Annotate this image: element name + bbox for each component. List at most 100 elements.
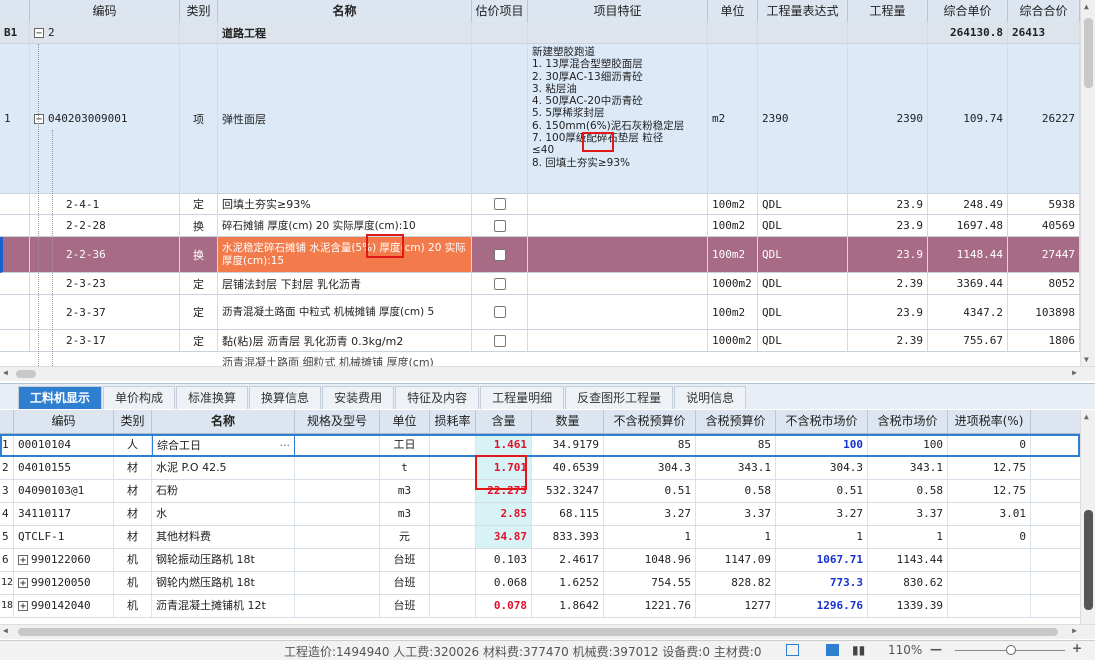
bh-name[interactable]: 名称	[152, 410, 295, 433]
sub-row[interactable]: 2-3-23 定 层铺法封层 下封层 乳化沥青 1000m2 QDL 2.39 …	[0, 273, 1080, 295]
bh-loss[interactable]: 损耗率	[430, 410, 476, 433]
zoom-slider-knob[interactable]	[1006, 645, 1016, 655]
tab-notes[interactable]: 说明信息	[674, 386, 747, 409]
scrollbar-thumb[interactable]	[18, 628, 1058, 636]
scroll-left-icon[interactable]: ◀	[3, 626, 8, 635]
bh-type[interactable]: 类别	[114, 410, 152, 433]
sub-expr[interactable]: QDL	[758, 237, 848, 272]
mat-p3[interactable]: 304.3	[776, 457, 868, 479]
layout-icon[interactable]	[786, 644, 799, 656]
columns-icon[interactable]: ▮▮	[852, 643, 865, 657]
bh-unit[interactable]: 单位	[380, 410, 430, 433]
mat-content[interactable]: 0.078	[476, 595, 532, 617]
sub-expr[interactable]: QDL	[758, 215, 848, 236]
scroll-up-icon[interactable]: ▲	[1084, 412, 1089, 421]
material-row[interactable]: 12 +990120050 机 钢轮内燃压路机 18t 台班 0.068 1.6…	[0, 572, 1080, 595]
bh-tax[interactable]: 进项税率(%)	[948, 410, 1031, 433]
expand-icon[interactable]: +	[18, 555, 28, 566]
sub-row[interactable]: 2-3-17 定 黏(粘)层 沥青层 乳化沥青 0.3kg/m2 1000m2 …	[0, 330, 1080, 352]
header-unit[interactable]: 单位	[708, 0, 758, 22]
estimate-checkbox[interactable]	[493, 277, 506, 290]
more-icon[interactable]: ···	[280, 435, 291, 455]
mat-p3[interactable]: 773.3	[776, 572, 868, 594]
estimate-checkbox[interactable]	[493, 334, 506, 347]
main-item-row[interactable]: 1 −040203009001 项 弹性面层 新建塑胶跑道 1. 13厚混合型塑…	[0, 44, 1080, 194]
expand-icon[interactable]: +	[18, 578, 28, 589]
material-row[interactable]: 6 +990122060 机 钢轮振动压路机 18t 台班 0.103 2.46…	[0, 549, 1080, 572]
scroll-right-icon[interactable]: ▶	[1072, 368, 1077, 377]
scroll-left-icon[interactable]: ◀	[3, 368, 8, 377]
mat-content[interactable]: 34.87	[476, 526, 532, 548]
material-row[interactable]: 2 04010155 材 水泥 P.O 42.5 t 1.701 40.6539…	[0, 457, 1080, 480]
tab-reverse-lookup[interactable]: 反查图形工程量	[565, 386, 674, 409]
material-row[interactable]: 5 QTCLF-1 材 其他材料费 元 34.87 833.393 1 1 1 …	[0, 526, 1080, 549]
mat-p3[interactable]: 1296.76	[776, 595, 868, 617]
mat-p3[interactable]: 1067.71	[776, 549, 868, 571]
bh-p1[interactable]: 不含税预算价	[604, 410, 696, 433]
header-expr[interactable]: 工程量表达式	[758, 0, 848, 22]
bh-p3[interactable]: 不含税市场价	[776, 410, 868, 433]
bh-content[interactable]: 含量	[476, 410, 532, 433]
zoom-out-icon[interactable]: —	[930, 642, 942, 656]
scroll-right-icon[interactable]: ▶	[1072, 626, 1077, 635]
tab-conversion-info[interactable]: 换算信息	[249, 386, 322, 409]
bottom-vertical-scrollbar[interactable]: ▲	[1080, 410, 1095, 624]
collapse-icon[interactable]: −	[34, 113, 44, 124]
sub-row[interactable]: 2-3-37 定 沥青混凝土路面 中粒式 机械摊铺 厚度(cm) 5 100m2…	[0, 295, 1080, 330]
material-row[interactable]: 18 +990142040 机 沥青混凝土摊铺机 12t 台班 0.078 1.…	[0, 595, 1080, 618]
estimate-checkbox[interactable]	[493, 219, 506, 232]
header-code[interactable]: 编码	[30, 0, 180, 22]
mat-content[interactable]: 2.85	[476, 503, 532, 525]
scrollbar-thumb[interactable]	[1084, 18, 1093, 88]
bh-qty[interactable]: 数量	[532, 410, 604, 433]
tab-unit-price[interactable]: 单价构成	[103, 386, 176, 409]
tab-install-fee[interactable]: 安装费用	[322, 386, 395, 409]
header-features[interactable]: 项目特征	[528, 0, 708, 22]
material-row[interactable]: 4 34110117 材 水 m3 2.85 68.115 3.27 3.37 …	[0, 503, 1080, 526]
material-row[interactable]: 1 00010104 人 综合工日 ··· 工日 1.461 34.9179 85…	[0, 434, 1080, 457]
scrollbar-thumb[interactable]	[1084, 510, 1093, 610]
mat-p3[interactable]: 3.27	[776, 503, 868, 525]
header-type[interactable]: 类别	[180, 0, 218, 22]
tab-materials[interactable]: 工料机显示	[18, 386, 103, 409]
main-item-expr[interactable]: 2390	[758, 44, 848, 193]
header-estimate[interactable]: 估价项目	[472, 0, 528, 22]
tab-quantity-detail[interactable]: 工程量明细	[480, 386, 565, 409]
sub-row[interactable]: 2-4-1 定 回填土夯实≥93% 100m2 QDL 23.9 248.49 …	[0, 194, 1080, 215]
mat-content[interactable]: 1.461	[476, 434, 532, 456]
collapse-icon[interactable]: −	[34, 27, 44, 38]
mat-p3[interactable]: 100	[776, 434, 868, 456]
selected-sub-row[interactable]: 2-2-36 换 水泥稳定碎石摊铺 水泥含量(5%) 厚度(cm) 20 实际厚…	[0, 237, 1080, 273]
scroll-up-icon[interactable]: ▲	[1084, 2, 1089, 11]
sub-row[interactable]: 2-2-28 换 碎石摊铺 厚度(cm) 20 实际厚度(cm):10 100m…	[0, 215, 1080, 237]
header-unit-price[interactable]: 综合单价	[928, 0, 1008, 22]
scroll-down-icon[interactable]: ▼	[1084, 355, 1089, 364]
section-row[interactable]: B1 −2 道路工程 264130.8 26413	[0, 22, 1080, 44]
mat-content[interactable]: 0.068	[476, 572, 532, 594]
estimate-checkbox[interactable]	[493, 306, 506, 318]
mat-name[interactable]: 综合工日 ···	[152, 434, 295, 456]
bh-spec[interactable]: 规格及型号	[295, 410, 380, 433]
bottom-horizontal-scrollbar[interactable]: ◀ ▶	[0, 624, 1095, 639]
tab-standard-conversion[interactable]: 标准换算	[176, 386, 249, 409]
mat-p3[interactable]: 0.51	[776, 480, 868, 502]
bh-p2[interactable]: 含税预算价	[696, 410, 776, 433]
estimate-checkbox[interactable]	[493, 198, 506, 210]
zoom-in-icon[interactable]: +	[1072, 641, 1082, 655]
sub-expr[interactable]: QDL	[758, 194, 848, 214]
estimate-checkbox[interactable]	[493, 248, 506, 261]
expand-icon[interactable]: +	[18, 601, 28, 612]
bh-code[interactable]: 编码	[14, 410, 114, 433]
header-name[interactable]: 名称	[218, 0, 472, 22]
bh-p4[interactable]: 含税市场价	[868, 410, 948, 433]
header-qty[interactable]: 工程量	[848, 0, 928, 22]
sub-expr[interactable]: QDL	[758, 330, 848, 351]
sub-expr[interactable]: QDL	[758, 295, 848, 329]
header-total[interactable]: 综合合价	[1008, 0, 1080, 22]
top-horizontal-scrollbar[interactable]: ◀ ▶	[0, 366, 1095, 381]
top-vertical-scrollbar[interactable]: ▲ ▼	[1080, 0, 1095, 366]
view-icon[interactable]	[826, 644, 839, 656]
scrollbar-thumb[interactable]	[16, 370, 36, 378]
sub-expr[interactable]: QDL	[758, 273, 848, 294]
mat-p3[interactable]: 1	[776, 526, 868, 548]
